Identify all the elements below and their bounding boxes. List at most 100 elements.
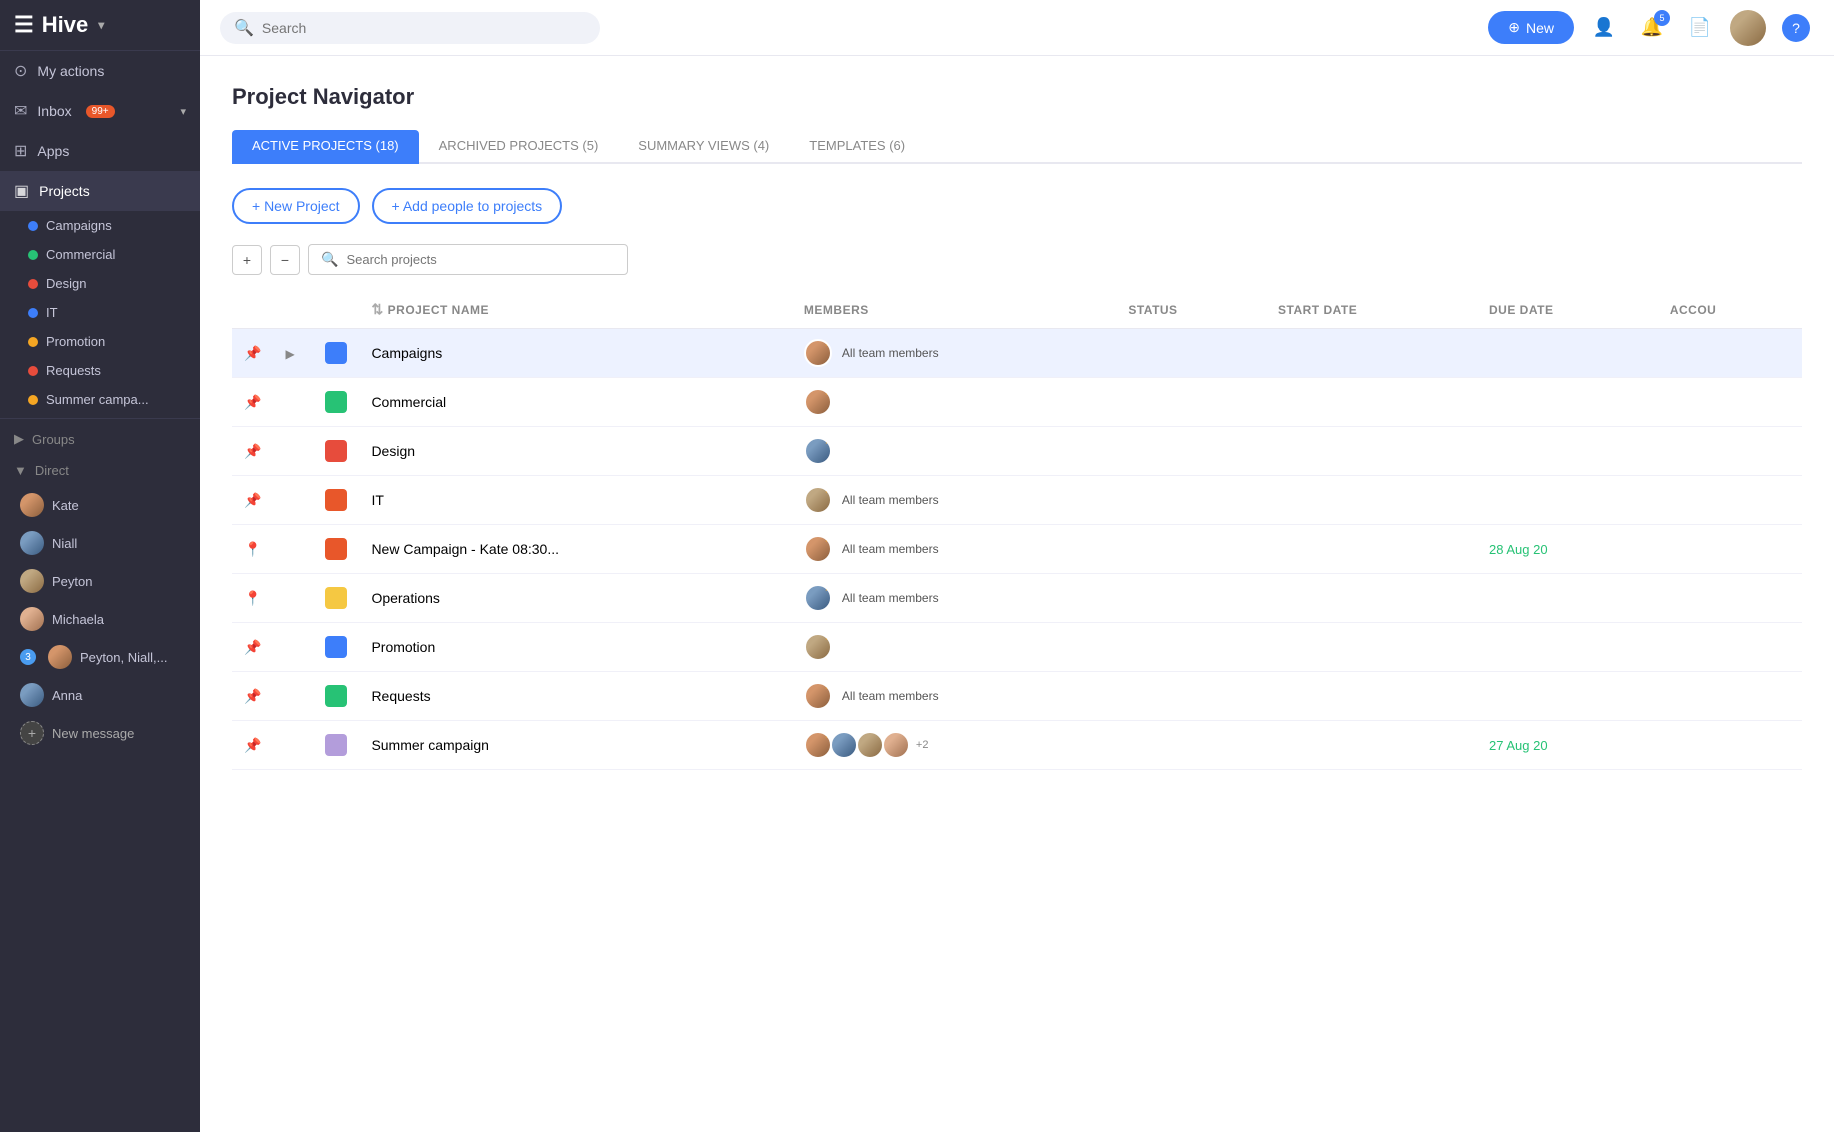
niall-avatar <box>20 531 44 555</box>
th-chevron <box>273 291 313 329</box>
pin-cell: 📌 <box>232 623 273 672</box>
new-button[interactable]: ⊕ New <box>1488 11 1574 44</box>
table-header: ⇅ PROJECT NAME MEMBERS STATUS START DATE… <box>232 291 1802 329</box>
sidebar-item-inbox[interactable]: ✉ Inbox 99+ ▾ <box>0 91 200 131</box>
add-person-button[interactable]: 👤 <box>1586 10 1622 46</box>
tab-templates[interactable]: TEMPLATES (6) <box>789 130 925 164</box>
sidebar-sub-design-label: Design <box>46 276 86 291</box>
account-cell <box>1658 329 1802 378</box>
pin-cell: 📌 <box>232 721 273 770</box>
table-row[interactable]: 📌 Summer campaign ★ +2 <box>232 721 1802 770</box>
member-label: All team members <box>842 542 939 556</box>
campaigns-dot <box>28 221 38 231</box>
table-row[interactable]: 📍 New Campaign - Kate 08:30... ★ All tea… <box>232 525 1802 574</box>
sidebar-sub-it[interactable]: IT <box>0 298 200 327</box>
project-search-input-box[interactable]: 🔍 <box>308 244 628 275</box>
sidebar-sub-promotion[interactable]: Promotion <box>0 327 200 356</box>
project-color <box>325 587 347 609</box>
table-row[interactable]: 📌 ▶ Campaigns ★ All team members <box>232 329 1802 378</box>
sidebar-direct-new-message[interactable]: + New message <box>0 714 200 752</box>
sidebar-direct-label: Direct <box>35 463 69 478</box>
table-row[interactable]: 📌 IT ★ All team members <box>232 476 1802 525</box>
status-cell <box>1116 525 1266 574</box>
name-cell: Campaigns <box>359 329 791 378</box>
sidebar-direct-niall[interactable]: Niall <box>0 524 200 562</box>
th-project-name[interactable]: ⇅ PROJECT NAME <box>359 291 791 329</box>
member-avatar <box>856 731 884 759</box>
th-members: MEMBERS <box>792 291 1116 329</box>
name-cell: Requests <box>359 672 791 721</box>
star-icon: ★ <box>823 486 832 496</box>
search-input[interactable] <box>262 20 586 36</box>
color-cell <box>313 672 359 721</box>
main-area: 🔍 ⊕ New 👤 🔔 5 📄 ? Project N <box>200 0 1834 1132</box>
sidebar-direct-group[interactable]: 3 Peyton, Niall,... <box>0 638 200 676</box>
sidebar-item-inbox-label: Inbox <box>37 103 71 119</box>
content-area: Project Navigator ACTIVE PROJECTS (18) A… <box>200 56 1834 1132</box>
sidebar-item-my-actions[interactable]: ⊙ My actions <box>0 51 200 91</box>
th-due-date: DUE DATE <box>1477 291 1658 329</box>
pin-icon: 📌 <box>244 688 261 704</box>
due-date-cell <box>1477 378 1658 427</box>
sidebar-direct-header[interactable]: ▼ Direct <box>0 455 200 486</box>
due-date-cell <box>1477 623 1658 672</box>
sidebar-direct-michaela[interactable]: Michaela <box>0 600 200 638</box>
sidebar-sub-requests[interactable]: Requests <box>0 356 200 385</box>
color-cell <box>313 378 359 427</box>
color-cell <box>313 721 359 770</box>
sidebar-sub-campaigns-label: Campaigns <box>46 218 112 233</box>
sidebar-sub-promotion-label: Promotion <box>46 334 105 349</box>
tab-summary-views[interactable]: SUMMARY VIEWS (4) <box>618 130 789 164</box>
pin-icon: 📌 <box>244 443 261 459</box>
sidebar-item-apps[interactable]: ⊞ Apps <box>0 131 200 171</box>
members-cell: ★ All team members <box>792 476 1116 525</box>
new-plus-icon: ⊕ <box>1508 19 1520 36</box>
sidebar-sub-summer[interactable]: Summer campa... <box>0 385 200 414</box>
project-search-input[interactable] <box>346 252 615 267</box>
color-cell <box>313 427 359 476</box>
color-cell <box>313 329 359 378</box>
account-cell <box>1658 623 1802 672</box>
members-cell: ★ All team members <box>792 672 1116 721</box>
docs-button[interactable]: 📄 <box>1682 10 1718 46</box>
pin-icon: 📌 <box>244 492 261 508</box>
star-icon: ★ <box>823 339 832 349</box>
sidebar-item-projects[interactable]: ▣ Projects <box>0 171 200 211</box>
help-button[interactable]: ? <box>1778 10 1814 46</box>
user-avatar[interactable] <box>1730 10 1766 46</box>
expand-button[interactable]: + <box>232 245 262 275</box>
sidebar-sub-campaigns[interactable]: Campaigns <box>0 211 200 240</box>
tab-active-projects[interactable]: ACTIVE PROJECTS (18) <box>232 130 419 164</box>
search-box[interactable]: 🔍 <box>220 12 600 44</box>
tab-archived-projects[interactable]: ARCHIVED PROJECTS (5) <box>419 130 619 164</box>
name-cell: New Campaign - Kate 08:30... <box>359 525 791 574</box>
status-cell <box>1116 672 1266 721</box>
sidebar-direct-anna[interactable]: Anna <box>0 676 200 714</box>
logo[interactable]: ☰ Hive ▾ <box>0 0 200 51</box>
sidebar-sub-design[interactable]: Design <box>0 269 200 298</box>
chevron-cell <box>273 525 313 574</box>
docs-icon: 📄 <box>1689 17 1711 38</box>
table-row[interactable]: 📌 Promotion ★ <box>232 623 1802 672</box>
new-project-button[interactable]: + New Project <box>232 188 360 224</box>
sidebar-groups-header[interactable]: ▶ Groups <box>0 423 200 455</box>
table-row[interactable]: 📌 Design ★ <box>232 427 1802 476</box>
table-row[interactable]: 📌 Commercial ★ <box>232 378 1802 427</box>
sidebar-direct-peyton[interactable]: Peyton <box>0 562 200 600</box>
table-row[interactable]: 📍 Operations ★ All team members <box>232 574 1802 623</box>
project-name: Commercial <box>371 394 446 410</box>
sidebar-direct-kate[interactable]: Kate <box>0 486 200 524</box>
inbox-chevron: ▾ <box>180 105 186 118</box>
it-dot <box>28 308 38 318</box>
due-date-cell: 28 Aug 20 <box>1477 525 1658 574</box>
table-row[interactable]: 📌 Requests ★ All team members <box>232 672 1802 721</box>
project-name: New Campaign - Kate 08:30... <box>371 541 559 557</box>
notif-badge: 5 <box>1654 10 1670 26</box>
sidebar-sub-commercial[interactable]: Commercial <box>0 240 200 269</box>
notifications-button[interactable]: 🔔 5 <box>1634 10 1670 46</box>
projects-table: ⇅ PROJECT NAME MEMBERS STATUS START DATE… <box>232 291 1802 770</box>
add-people-button[interactable]: + Add people to projects <box>372 188 563 224</box>
sidebar-item-label: My actions <box>37 63 104 79</box>
collapse-button[interactable]: − <box>270 245 300 275</box>
pin-icon: 📌 <box>244 394 261 410</box>
